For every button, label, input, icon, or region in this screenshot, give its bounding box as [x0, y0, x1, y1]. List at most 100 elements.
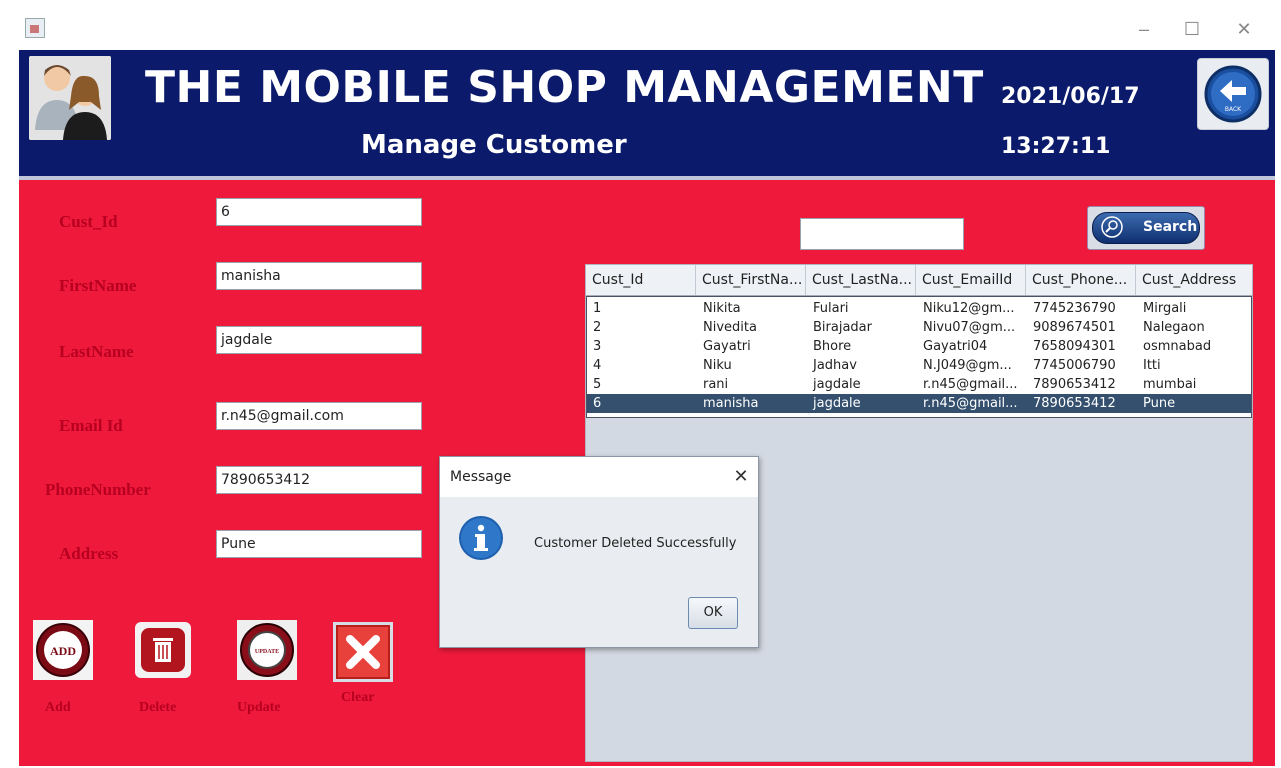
table-cell: 7745006790: [1033, 358, 1116, 373]
last-name-label: LastName: [59, 342, 134, 361]
table-cell: Gayatri: [703, 339, 751, 354]
table-row[interactable]: 1 Nikita Fulari Niku12@gm... 7745236790 Mirga…: [587, 299, 1251, 318]
table-row[interactable]: 4 Niku Jadhav N.J049@gm... 7745006790 Itti: [587, 356, 1251, 375]
table-cell: 6: [593, 396, 602, 411]
table-cell: rani: [703, 377, 729, 392]
table-cell: Nivedita: [703, 320, 757, 335]
delete-button[interactable]: [133, 620, 193, 680]
add-label: Add: [45, 700, 71, 715]
search-pill: Search: [1092, 212, 1200, 244]
table-cell: Niku12@gm...: [923, 301, 1015, 316]
table-row[interactable]: 2 Nivedita Birajadar Nivu07@gm... 9089674501…: [587, 318, 1251, 337]
table-cell: manisha: [703, 396, 759, 411]
table-cell: 4: [593, 358, 602, 373]
search-input[interactable]: [800, 218, 964, 250]
close-x-icon: [333, 622, 393, 682]
phone-field[interactable]: 7890653412: [216, 466, 422, 494]
page-subtitle: Manage Customer: [361, 130, 627, 160]
table-cell: Nikita: [703, 301, 741, 316]
table-cell: 7890653412: [1033, 396, 1116, 411]
info-icon: [458, 515, 504, 561]
table-cell: Mirgali: [1143, 301, 1187, 316]
table-row[interactable]: 5 rani jagdale r.n45@gmail... 7890653412 mumb…: [587, 375, 1251, 394]
table-cell: r.n45@gmail...: [923, 396, 1018, 411]
dialog-titlebar: Message ✕: [440, 457, 758, 497]
update-icon: UPDATE: [237, 620, 297, 680]
table-cell: Niku: [703, 358, 732, 373]
table-cell: Birajadar: [813, 320, 872, 335]
table-row[interactable]: 6 manisha jagdale r.n45@gmail... 7890653412 P…: [587, 394, 1251, 413]
table-cell: Jadhav: [813, 358, 857, 373]
table-cell: Pune: [1143, 396, 1176, 411]
phone-label: PhoneNumber: [45, 480, 151, 499]
table-cell: Nivu07@gm...: [923, 320, 1016, 335]
add-button[interactable]: ADD: [33, 620, 93, 680]
table-cell: 7745236790: [1033, 301, 1116, 316]
trash-icon: [135, 622, 191, 678]
table-row[interactable]: 3 Gayatri Bhore Gayatri04 7658094301 osmnabad: [587, 337, 1251, 356]
window-titlebar: – ☐ ✕: [15, 8, 1281, 48]
add-icon: ADD: [33, 620, 93, 680]
app-window: – ☐ ✕ THE MOBILE SHOP MANAGEMENT Manage …: [15, 8, 1281, 768]
clear-label: Clear: [341, 690, 375, 705]
date-display: 2021/06/17: [1001, 84, 1140, 109]
search-button[interactable]: Search: [1087, 206, 1205, 250]
time-display: 13:27:11: [1001, 134, 1111, 159]
app-header: THE MOBILE SHOP MANAGEMENT Manage Custom…: [19, 50, 1275, 180]
email-label: Email Id: [59, 416, 123, 435]
cust-id-field[interactable]: 6: [216, 198, 422, 226]
back-button[interactable]: BACK: [1197, 58, 1269, 130]
address-field[interactable]: Pune: [216, 530, 422, 558]
table-cell: 3: [593, 339, 602, 354]
cust-id-label: Cust_Id: [59, 212, 118, 231]
arrow-left-icon: BACK: [1204, 65, 1262, 123]
table-cell: 1: [593, 301, 602, 316]
table-cell: 7890653412: [1033, 377, 1116, 392]
update-button[interactable]: UPDATE: [237, 620, 297, 680]
minimize-button[interactable]: –: [1129, 16, 1159, 42]
table-body: 1 Nikita Fulari Niku12@gm... 7745236790 Mirga…: [586, 296, 1252, 418]
column-header[interactable]: Cust_FirstNa...: [696, 265, 806, 295]
table-cell: osmnabad: [1143, 339, 1212, 354]
ok-button[interactable]: OK: [688, 597, 738, 629]
table-cell: r.n45@gmail...: [923, 377, 1018, 392]
java-app-icon: [25, 18, 45, 38]
column-header[interactable]: Cust_Address: [1136, 265, 1252, 295]
table-cell: N.J049@gm...: [923, 358, 1012, 373]
app-title: THE MOBILE SHOP MANAGEMENT: [145, 62, 984, 113]
dialog-title: Message: [450, 469, 512, 485]
search-button-label: Search: [1143, 219, 1198, 235]
table-header: Cust_Id Cust_FirstNa... Cust_LastNa... C…: [586, 265, 1252, 296]
back-icon-text: BACK: [1225, 106, 1242, 113]
update-icon-text: UPDATE: [255, 649, 279, 655]
message-dialog: Message ✕ Customer Deleted Successfully …: [439, 456, 759, 648]
delete-label: Delete: [139, 700, 177, 715]
clear-button[interactable]: [333, 622, 393, 682]
maximize-button[interactable]: ☐: [1177, 16, 1207, 42]
table-cell: jagdale: [813, 396, 861, 411]
add-icon-text: ADD: [50, 644, 76, 658]
first-name-field[interactable]: manisha: [216, 262, 422, 290]
dialog-close-button[interactable]: ✕: [730, 463, 752, 489]
table-cell: 5: [593, 377, 602, 392]
table-cell: Gayatri04: [923, 339, 988, 354]
column-header[interactable]: Cust_Phone...: [1026, 265, 1136, 295]
table-cell: 7658094301: [1033, 339, 1116, 354]
first-name-label: FirstName: [59, 276, 137, 295]
magnifier-icon: [1101, 216, 1123, 238]
column-header[interactable]: Cust_Id: [586, 265, 696, 295]
email-field[interactable]: r.n45@gmail.com: [216, 402, 422, 430]
last-name-field[interactable]: jagdale: [216, 326, 422, 354]
column-header[interactable]: Cust_EmailId: [916, 265, 1026, 295]
column-header[interactable]: Cust_LastNa...: [806, 265, 916, 295]
table-cell: Fulari: [813, 301, 849, 316]
users-icon: [29, 56, 111, 140]
table-cell: 9089674501: [1033, 320, 1116, 335]
table-cell: Bhore: [813, 339, 852, 354]
address-label: Address: [59, 544, 119, 563]
table-cell: jagdale: [813, 377, 861, 392]
update-label: Update: [237, 700, 281, 715]
close-button[interactable]: ✕: [1229, 16, 1259, 42]
table-cell: mumbai: [1143, 377, 1197, 392]
table-cell: Itti: [1143, 358, 1161, 373]
